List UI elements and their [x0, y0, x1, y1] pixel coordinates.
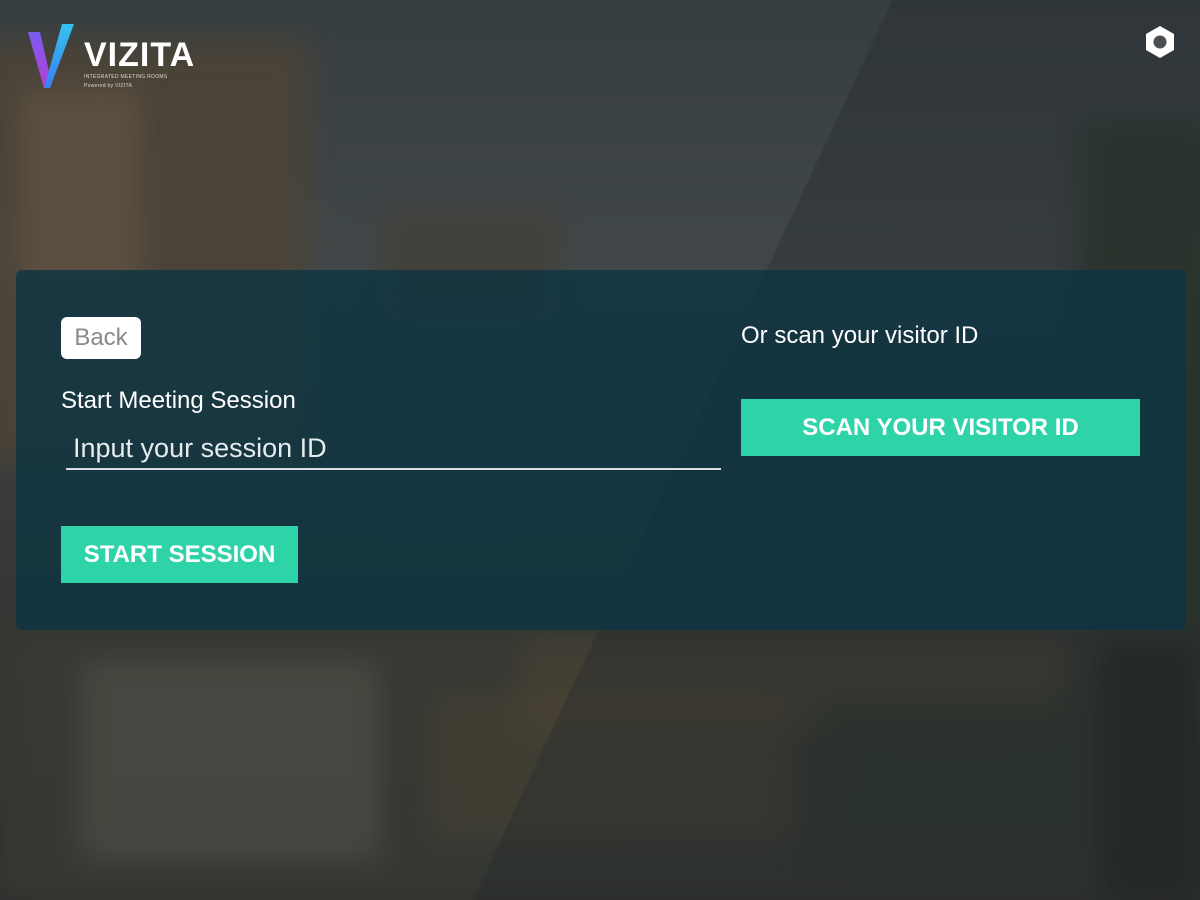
app-logo: VIZITA INTEGRATED MEETING ROOMS Powered …: [28, 24, 195, 90]
scan-visitor-id-button[interactable]: SCAN YOUR VISITOR ID: [741, 399, 1140, 456]
vizita-logo-icon: [28, 24, 74, 88]
settings-button[interactable]: [1142, 24, 1178, 60]
session-panel: Back Start Meeting Session START SESSION…: [16, 270, 1186, 630]
logo-name: VIZITA: [84, 36, 196, 74]
back-button[interactable]: Back: [61, 317, 141, 359]
gear-icon: [1146, 26, 1174, 58]
start-session-button[interactable]: START SESSION: [61, 526, 298, 583]
session-id-input[interactable]: [66, 428, 721, 470]
logo-tagline: INTEGRATED MEETING ROOMS: [84, 74, 168, 80]
start-meeting-session-label: Start Meeting Session: [61, 387, 296, 414]
scan-visitor-id-label: Or scan your visitor ID: [741, 322, 979, 349]
logo-tagline-secondary: Powered by VIZITA: [84, 83, 133, 89]
